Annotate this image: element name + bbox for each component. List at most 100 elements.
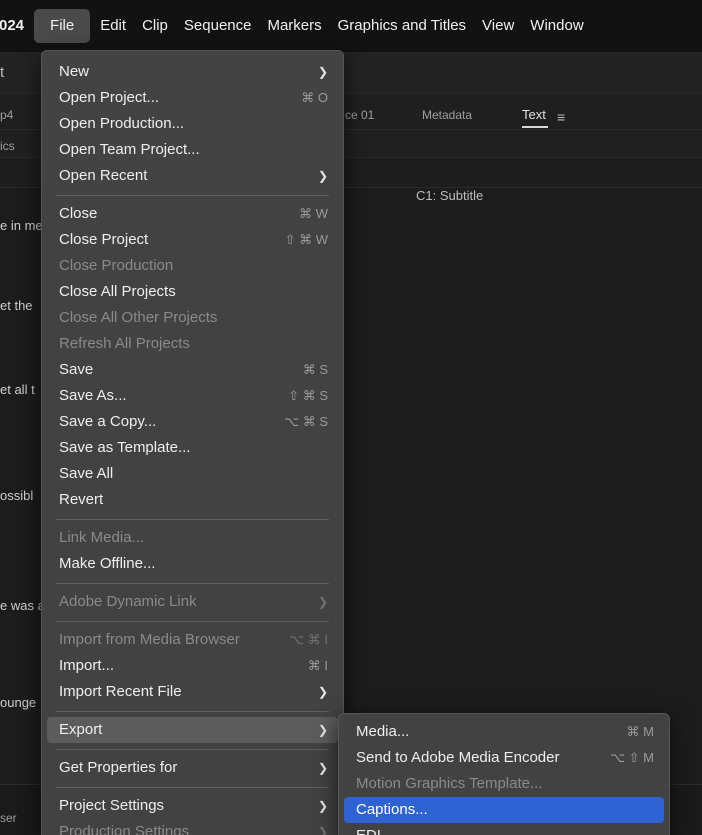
menubar-app-name[interactable]: 024 [0,9,34,43]
file-menu-item-close[interactable]: Close ⌘ W [47,201,338,227]
menu-item-label: Open Team Project... [59,141,200,158]
shortcut-label: ⇧ ⌘ S [288,388,328,403]
file-menu-item-save-as[interactable]: Save As... ⇧ ⌘ S [47,383,338,409]
menubar-file[interactable]: File [34,9,91,43]
shortcut-label: ⌥ ⌘ S [284,414,328,429]
menu-item-label: Close All Other Projects [59,309,218,326]
menu-separator [56,787,329,788]
menu-separator [56,519,329,520]
menu-item-label: Close Project [59,231,149,248]
transcript-line[interactable]: ossibl [0,488,44,503]
file-menu-item-import[interactable]: Import... ⌘ I [47,653,338,679]
menu-separator [56,711,329,712]
menu-item-label: EDL... [356,827,398,835]
tab-sequence[interactable]: ce 01 [345,108,374,122]
export-menu-item-send-to-adobe-media-encoder[interactable]: Send to Adobe Media Encoder ⌥ ⇧ M [344,745,664,771]
tab-fragment[interactable]: p4 [0,108,13,122]
bottom-panel-fragment[interactable]: ser [0,811,17,825]
file-menu-item-open-project[interactable]: Open Project... ⌘ O [47,85,338,111]
menu-item-label: Motion Graphics Template... [356,775,543,792]
menu-separator [56,195,329,196]
file-menu: New ❯ Open Project... ⌘ O Open Production...… [41,50,344,835]
menu-item-label: Close Production [59,257,174,274]
toolbar-fragment[interactable]: t [0,64,4,81]
transcript-line[interactable]: ounge [0,695,44,710]
menu-item-label: Production Settings [59,823,190,835]
menu-item-label: Open Project... [59,89,160,106]
transcript-line[interactable]: e was a [0,598,44,613]
menubar-window[interactable]: Window [522,9,591,43]
shortcut-label: ⌘ I [307,658,328,673]
file-menu-item-project-settings[interactable]: Project Settings ❯ [47,793,338,819]
file-menu-item-save-all[interactable]: Save All [47,461,338,487]
file-menu-item-import-from-media-browser: Import from Media Browser ⌥ ⌘ I [47,627,338,653]
file-menu-item-close-all-projects[interactable]: Close All Projects [47,279,338,305]
menu-bar: 024 File Edit Clip Sequence Markers Grap… [0,0,702,52]
menu-item-label: Open Recent [59,167,148,184]
transcript-line[interactable]: et the [0,298,44,313]
file-menu-item-make-offline[interactable]: Make Offline... [47,551,338,577]
shortcut-label: ⌘ S [302,362,328,377]
chevron-right-icon: ❯ [317,65,328,79]
menu-item-label: Media... [356,723,410,740]
menu-item-label: Save [59,361,94,378]
menu-separator [56,583,329,584]
shortcut-label: ⌘ W [299,206,328,221]
menubar-sequence[interactable]: Sequence [176,9,260,43]
menu-item-label: Close [59,205,98,222]
chevron-right-icon: ❯ [317,723,328,737]
tab-metadata[interactable]: Metadata [422,108,472,122]
chevron-right-icon: ❯ [317,761,328,775]
menu-item-label: Save as Template... [59,439,191,456]
file-menu-item-production-settings: Production Settings ❯ [47,819,338,835]
menu-separator [56,621,329,622]
file-menu-item-save[interactable]: Save ⌘ S [47,357,338,383]
file-menu-item-save-as-template[interactable]: Save as Template... [47,435,338,461]
tab-text[interactable]: Text [522,107,546,122]
menu-item-label: Save a Copy... [59,413,157,430]
menu-item-label: Make Offline... [59,555,156,572]
file-menu-item-get-properties-for[interactable]: Get Properties for ❯ [47,755,338,781]
chevron-right-icon: ❯ [317,169,328,183]
menubar-clip[interactable]: Clip [134,9,176,43]
menubar-graphics-and-titles[interactable]: Graphics and Titles [330,9,474,43]
hamburger-icon[interactable]: ≡ [557,109,565,125]
export-menu-item-edl[interactable]: EDL... [344,823,664,835]
export-menu-item-media[interactable]: Media... ⌘ M [344,719,664,745]
export-submenu: Media... ⌘ M Send to Adobe Media Encoder ⌥ … [338,713,670,835]
menu-item-label: Get Properties for [59,759,178,776]
file-menu-item-open-recent[interactable]: Open Recent ❯ [47,163,338,189]
panel-fragment[interactable]: ics [0,139,15,153]
transcript-panel: e in me et the et all t ossibl e was a o… [0,188,44,733]
menu-item-label: Adobe Dynamic Link [59,593,197,610]
file-menu-item-import-recent-file[interactable]: Import Recent File ❯ [47,679,338,705]
shortcut-label: ⇧ ⌘ W [284,232,328,247]
shortcut-label: ⌘ M [626,724,654,739]
menu-item-label: Import... [59,657,115,674]
menu-separator [56,749,329,750]
shortcut-label: ⌥ ⌘ I [289,632,328,647]
file-menu-item-open-production[interactable]: Open Production... [47,111,338,137]
file-menu-item-close-production: Close Production [47,253,338,279]
menubar-view[interactable]: View [474,9,522,43]
menu-item-label: Close All Projects [59,283,176,300]
menubar-markers[interactable]: Markers [259,9,329,43]
export-menu-item-captions[interactable]: Captions... [344,797,664,823]
chevron-right-icon: ❯ [317,799,328,813]
file-menu-item-link-media: Link Media... [47,525,338,551]
file-menu-item-save-a-copy[interactable]: Save a Copy... ⌥ ⌘ S [47,409,338,435]
menu-item-label: Save All [59,465,114,482]
file-menu-item-export[interactable]: Export ❯ [47,717,338,743]
file-menu-item-open-team-project[interactable]: Open Team Project... [47,137,338,163]
menu-item-label: Captions... [356,801,428,818]
file-menu-item-new[interactable]: New ❯ [47,59,338,85]
transcript-line[interactable]: et all t [0,382,44,397]
file-menu-item-revert[interactable]: Revert [47,487,338,513]
file-menu-item-refresh-all-projects: Refresh All Projects [47,331,338,357]
file-menu-item-close-project[interactable]: Close Project ⇧ ⌘ W [47,227,338,253]
chevron-right-icon: ❯ [317,825,328,835]
file-menu-item-close-all-other-projects: Close All Other Projects [47,305,338,331]
menubar-edit[interactable]: Edit [92,9,134,43]
transcript-line[interactable]: e in me [0,218,44,233]
menu-item-label: Send to Adobe Media Encoder [356,749,560,766]
